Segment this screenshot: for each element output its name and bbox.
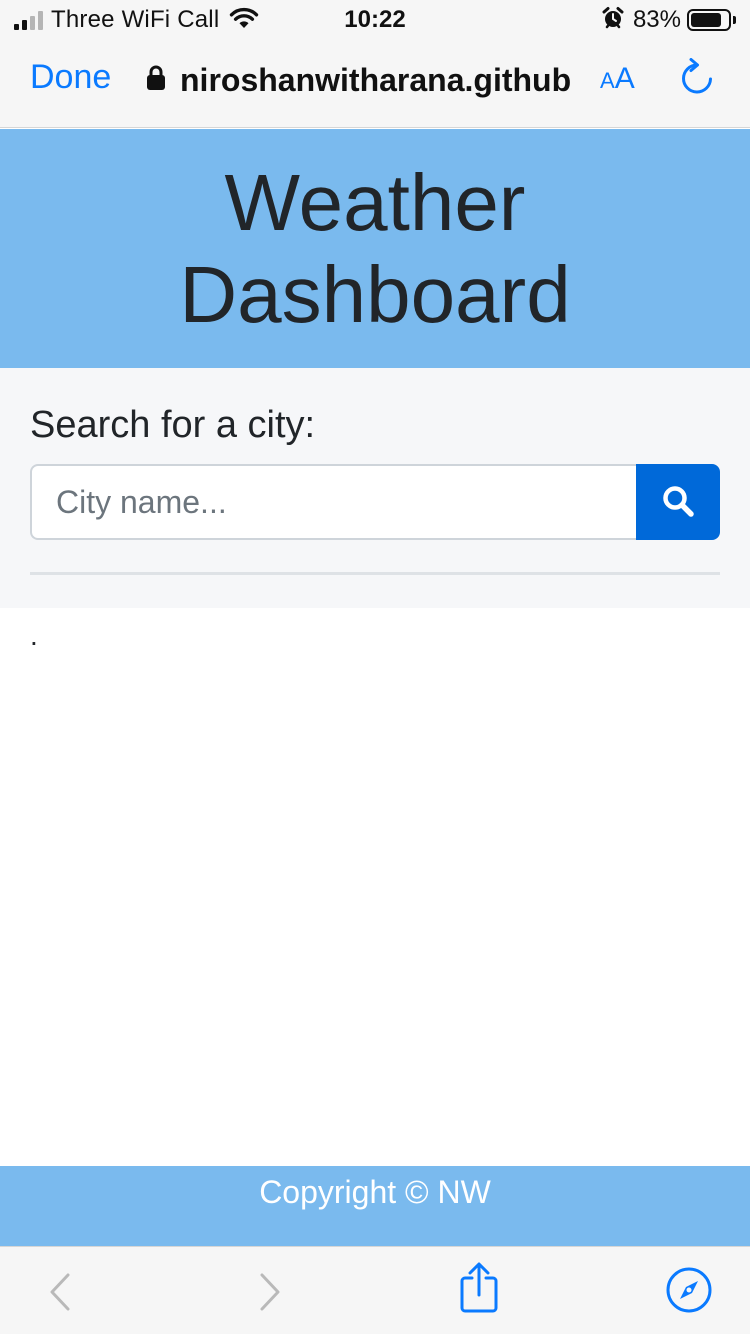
page-footer: Copyright © NW [0, 1166, 750, 1246]
page-title: Weather Dashboard [179, 157, 571, 339]
browser-toolbar: Done niroshanwitharana.github AA [0, 40, 750, 128]
back-icon[interactable] [36, 1267, 86, 1317]
battery-percent: 83% [632, 6, 681, 33]
search-label: Search for a city: [30, 404, 316, 446]
status-right: 83% [601, 6, 736, 34]
copyright-text: Copyright © NW [259, 1174, 491, 1210]
reload-icon[interactable] [678, 58, 716, 103]
battery-level [691, 13, 721, 27]
divider [30, 572, 720, 575]
search-row [30, 464, 720, 540]
search-button[interactable] [636, 464, 720, 540]
results-area: . [30, 620, 38, 651]
aa-large-label: A [614, 62, 635, 95]
reader-aa-button[interactable]: AA [600, 62, 635, 96]
share-icon[interactable] [454, 1262, 504, 1313]
browser-bottom-toolbar [0, 1246, 750, 1334]
forward-icon[interactable] [244, 1267, 294, 1317]
battery-icon [687, 9, 731, 31]
status-bar: Three WiFi Call 10:22 83% [0, 0, 750, 40]
search-icon [661, 484, 695, 521]
address-bar[interactable]: niroshanwitharana.github [146, 60, 578, 100]
search-section: Search for a city: [0, 368, 750, 608]
url-text: niroshanwitharana.github [180, 61, 572, 98]
compass-icon[interactable] [664, 1265, 714, 1315]
battery-cap [733, 16, 736, 24]
page-header: Weather Dashboard [0, 129, 750, 368]
done-button[interactable]: Done [30, 58, 111, 97]
city-search-input[interactable] [30, 464, 636, 540]
aa-small-label: A [600, 68, 615, 93]
alarm-icon [601, 6, 625, 35]
lock-icon [146, 65, 166, 96]
